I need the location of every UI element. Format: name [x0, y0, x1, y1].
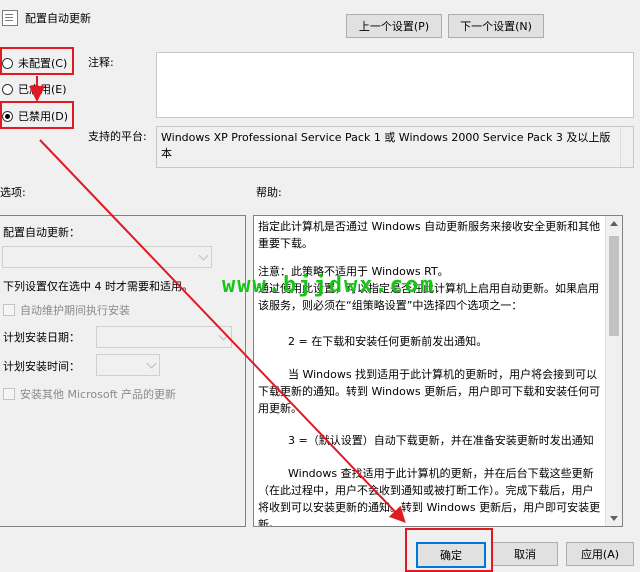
- watermark-text: www.bjjdwx.com: [222, 273, 436, 298]
- arrow-to-ok-annotation: [39, 139, 406, 523]
